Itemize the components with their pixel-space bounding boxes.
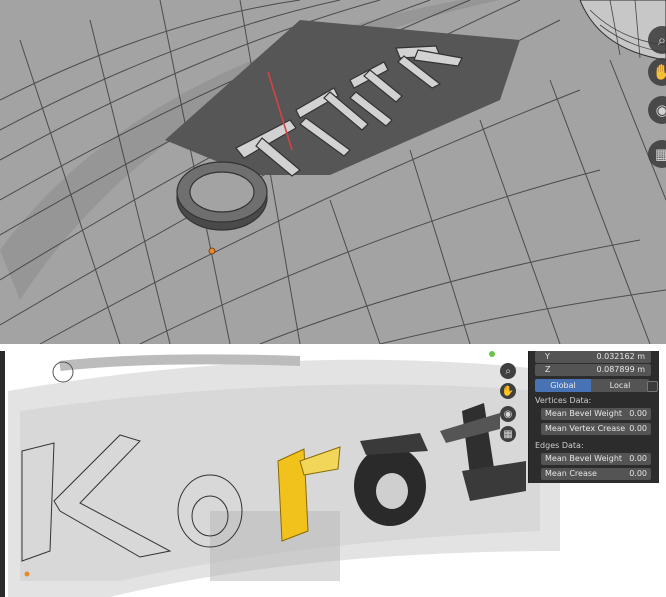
local-label: Local <box>609 381 631 390</box>
edge-crease-field[interactable]: Mean Crease 0.00 <box>541 468 651 480</box>
mesh-canvas <box>0 0 666 344</box>
global-label: Global <box>550 381 576 390</box>
zoom-icon[interactable]: ⌕ <box>500 363 516 379</box>
z-field[interactable]: Z 0.087899 m <box>535 364 651 376</box>
vertex-crease-value: 0.00 <box>629 424 647 433</box>
edge-crease-label: Mean Crease <box>545 469 597 478</box>
local-toggle[interactable]: Local <box>591 379 649 392</box>
vertex-bevel-weight-label: Mean Bevel Weight <box>545 409 623 418</box>
y-field[interactable]: Y 0.032162 m <box>535 351 651 363</box>
z-label: Z <box>545 365 551 374</box>
hand-pan-icon[interactable]: ✋ <box>500 383 516 399</box>
origin-dot-bottom <box>24 571 30 577</box>
edge-bevel-weight-value: 0.00 <box>629 454 647 463</box>
edge-bevel-weight-field[interactable]: Mean Bevel Weight 0.00 <box>541 453 651 465</box>
global-checkbox-icon[interactable] <box>647 381 658 392</box>
vertex-bevel-weight-field[interactable]: Mean Bevel Weight 0.00 <box>541 408 651 420</box>
left-toolbar-edge[interactable] <box>0 351 5 597</box>
vertex-crease-field[interactable]: Mean Vertex Crease 0.00 <box>541 423 651 435</box>
item-properties-panel: Y 0.032162 m Z 0.087899 m Global Local V… <box>528 351 659 483</box>
z-value: 0.087899 m <box>596 365 645 374</box>
vertex-crease-label: Mean Vertex Crease <box>545 424 626 433</box>
vertices-data-heading: Vertices Data: <box>535 396 592 405</box>
edge-bevel-weight-label: Mean Bevel Weight <box>545 454 623 463</box>
vertex-bevel-weight-value: 0.00 <box>629 409 647 418</box>
object-origin <box>208 247 216 255</box>
global-toggle[interactable]: Global <box>535 379 591 392</box>
edge-crease-value: 0.00 <box>629 469 647 478</box>
edges-data-heading: Edges Data: <box>535 441 584 450</box>
y-value: 0.032162 m <box>596 352 645 361</box>
top-viewport[interactable]: ⌕ ✋ ◉ ▦ <box>0 0 666 344</box>
camera-icon[interactable]: ◉ <box>500 406 516 422</box>
y-label: Y <box>545 352 550 361</box>
panel-divider <box>0 344 666 351</box>
grid-icon[interactable]: ▦ <box>500 426 516 442</box>
bottom-viewport[interactable]: ⌕ ✋ ◉ ▦ Y 0.032162 m Z 0.087899 m Global… <box>0 351 666 597</box>
